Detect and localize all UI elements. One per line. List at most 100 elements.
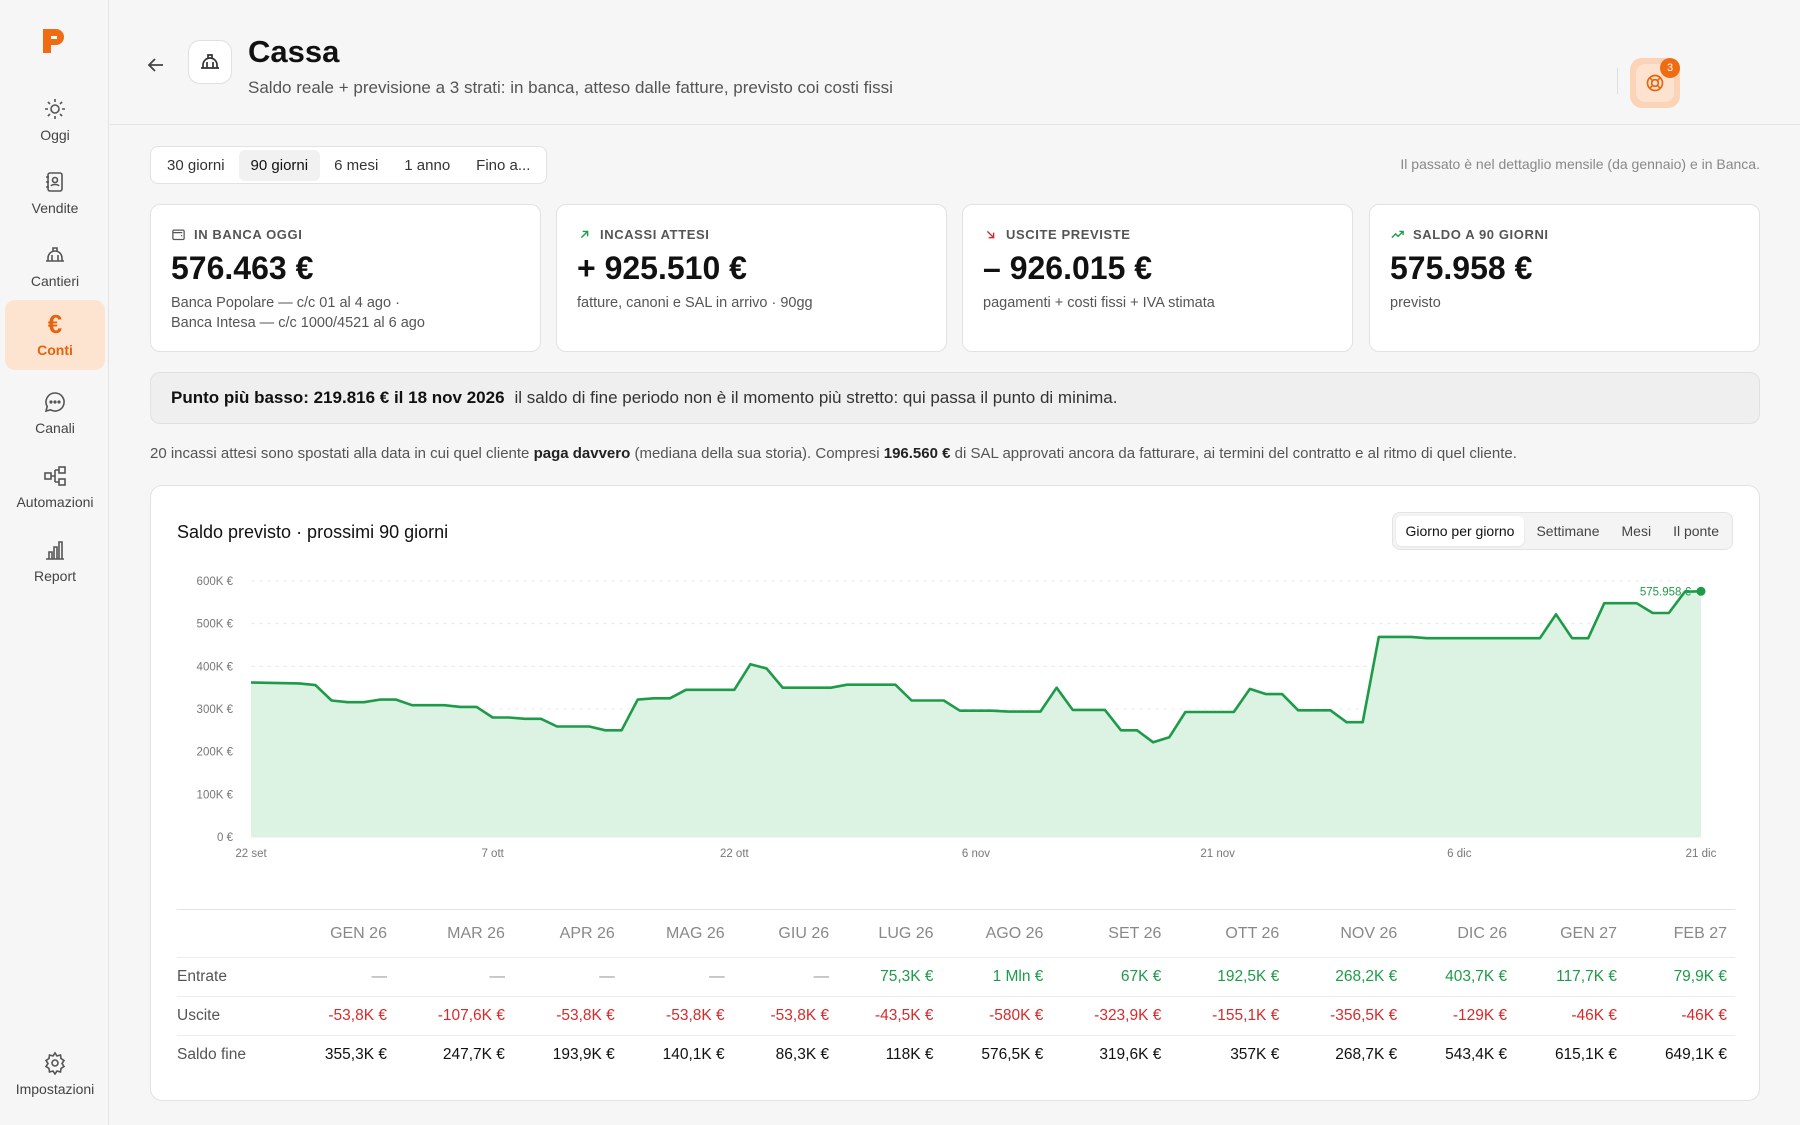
table-cell: 543,4K € — [1405, 1035, 1516, 1075]
x-tick-label: 6 dic — [1447, 848, 1472, 860]
kpi-value: + 925.510 € — [577, 250, 747, 286]
column-header: OTT 26 — [1169, 909, 1288, 958]
tab-mesi[interactable]: Mesi — [1612, 516, 1662, 546]
row-label: Entrate — [177, 957, 286, 997]
kpi-value: 576.463 € — [171, 250, 314, 286]
header-divider — [1617, 68, 1618, 94]
y-tick-label: 200K € — [197, 747, 234, 759]
help-badge: 3 — [1660, 58, 1680, 78]
table-cell: — — [622, 957, 733, 997]
sidebar-item-label: Impostazioni — [15, 1081, 95, 1097]
wallet-icon — [172, 229, 185, 241]
table-cell: -53,8K € — [512, 996, 623, 1036]
hardhat-icon — [201, 54, 219, 69]
gear-icon — [44, 1051, 66, 1075]
table-cell: -580K € — [941, 996, 1052, 1036]
y-tick-label: 0 € — [217, 832, 234, 844]
page-header: Cassa Saldo reale + previsione a 3 strat… — [110, 0, 1800, 125]
sidebar-item-vendite[interactable]: Vendite — [5, 159, 105, 227]
tab-6-mesi[interactable]: 6 mesi — [322, 150, 390, 181]
tab-1-anno[interactable]: 1 anno — [392, 150, 462, 181]
chart-title: Saldo previsto · prossimi 90 giorni — [177, 522, 449, 542]
column-header: LUG 26 — [837, 909, 942, 958]
table-cell: 649,1K € — [1625, 1035, 1735, 1075]
table-cell: 117,7K € — [1515, 957, 1625, 997]
table-cell: -107,6K € — [394, 996, 513, 1036]
table-cell: -323,9K € — [1051, 996, 1170, 1036]
sidebar-item-label: Vendite — [31, 200, 79, 216]
sidebar-item-label: Conti — [37, 342, 73, 358]
chat-bubble-icon — [44, 392, 65, 413]
column-header: GEN 27 — [1515, 909, 1625, 958]
kpi-value: – 926.015 € — [983, 250, 1153, 286]
page-title: Cassa — [248, 34, 340, 69]
kpi-label: USCITE PREVISTE — [1006, 227, 1131, 242]
lifebuoy-icon — [1646, 74, 1664, 92]
euro-icon: € — [47, 309, 63, 339]
trending-up-icon — [1391, 230, 1404, 239]
info-bold: paga davvero — [533, 445, 631, 462]
tab-il-ponte[interactable]: Il ponte — [1663, 516, 1729, 546]
y-tick-label: 300K € — [197, 704, 234, 716]
info-text: di SAL approvati ancora da fatturare, ai… — [950, 445, 1517, 462]
table-cell: — — [512, 957, 623, 997]
tab-90-giorni[interactable]: 90 giorni — [238, 149, 321, 181]
table-cell: 576,5K € — [941, 1035, 1052, 1075]
hardhat-icon — [46, 247, 64, 262]
monthly-table: GEN 26 MAR 26 APR 26 MAG 26 GIU 26 LUG 26 AGO … — [177, 909, 1735, 1075]
sidebar-item-canali[interactable]: Canali — [5, 379, 105, 447]
table-cell: -46K € — [1515, 996, 1625, 1036]
sidebar-item-impostazioni[interactable]: Impostazioni — [5, 1040, 105, 1108]
table-cell: 355,3K € — [285, 1035, 395, 1075]
sidebar-item-report[interactable]: Report — [5, 527, 105, 595]
table-cell: 1 Mln € — [941, 957, 1052, 997]
kpi-outgo-card: USCITE PREVISTE – 926.015 € pagamenti + … — [962, 204, 1353, 352]
sidebar-item-label: Oggi — [40, 127, 70, 143]
table-cell: -53,8K € — [285, 996, 395, 1036]
sidebar-item-oggi[interactable]: Oggi — [5, 86, 105, 154]
low-point-value: Punto più basso: 219.816 € il 18 nov 202… — [171, 388, 505, 407]
brand-logo[interactable] — [40, 26, 68, 56]
column-header — [177, 909, 286, 958]
tab-giorno-per-giorno[interactable]: Giorno per giorno — [1395, 516, 1525, 546]
tab-fino-a[interactable]: Fino a... — [464, 150, 542, 181]
back-arrow-icon[interactable] — [144, 53, 168, 77]
x-tick-label: 22 ott — [720, 848, 750, 860]
table-cell: -53,8K € — [622, 996, 733, 1036]
table-cell: -356,5K € — [1287, 996, 1406, 1036]
sidebar-item-label: Canali — [35, 420, 75, 436]
help-button[interactable]: 3 — [1630, 58, 1680, 108]
sidebar-item-conti[interactable]: € Conti — [5, 300, 105, 370]
y-tick-label: 600K € — [197, 576, 234, 588]
info-bold: 196.560 € — [883, 445, 951, 462]
table-cell: 118K € — [837, 1035, 942, 1075]
table-cell: 403,7K € — [1405, 957, 1516, 997]
table-cell: 268,7K € — [1287, 1035, 1406, 1075]
column-header: GIU 26 — [732, 909, 838, 958]
sun-icon — [45, 99, 65, 119]
table-cell: 193,9K € — [512, 1035, 623, 1075]
tab-30-giorni[interactable]: 30 giorni — [155, 150, 237, 181]
table-cell: 67K € — [1051, 957, 1170, 997]
info-text: 20 incassi attesi sono spostati alla dat… — [150, 445, 534, 462]
arrow-down-right-icon — [986, 230, 995, 239]
balance-area-chart: 0 € 100K € 200K € 300K € 400K € 500K € 600K € 2… — [197, 576, 1717, 860]
table-cell: 319,6K € — [1051, 1035, 1170, 1075]
x-tick-label: 6 nov — [962, 848, 990, 860]
tab-settimane[interactable]: Settimane — [1526, 516, 1609, 546]
balance-area — [251, 591, 1701, 837]
kpi-detail: previsto — [1390, 295, 1441, 311]
column-header: MAR 26 — [394, 909, 513, 958]
sidebar-item-automazioni[interactable]: Automazioni — [5, 453, 105, 521]
sidebar-item-cantieri[interactable]: Cantieri — [5, 232, 105, 300]
table-cell: 140,1K € — [622, 1035, 733, 1075]
notifications-button[interactable]: 33 — [1792, 63, 1800, 99]
contacts-book-icon — [46, 172, 63, 192]
low-point-banner: Punto più basso: 219.816 € il 18 nov 202… — [150, 372, 1760, 424]
kpi-label: SALDO A 90 GIORNI — [1413, 227, 1549, 242]
table-cell: 192,5K € — [1169, 957, 1288, 997]
workflow-icon — [44, 466, 66, 486]
column-header: GEN 26 — [285, 909, 395, 958]
y-tick-label: 500K € — [197, 619, 234, 631]
row-label: Uscite — [177, 996, 286, 1036]
